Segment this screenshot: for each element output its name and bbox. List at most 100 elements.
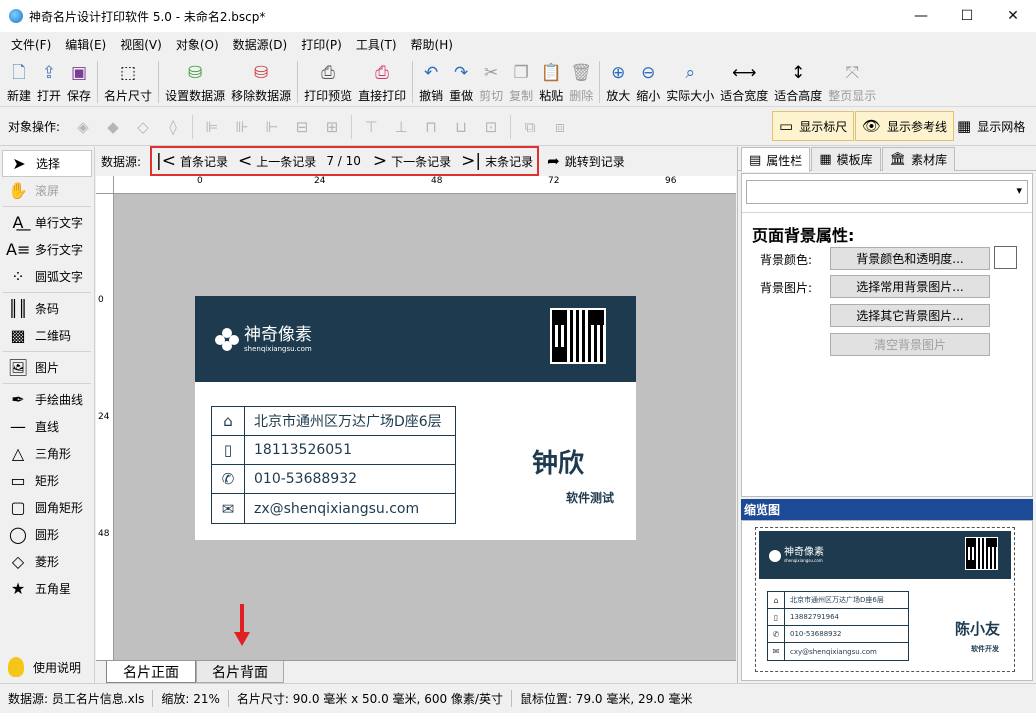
save-button[interactable]: ▣ 保存: [64, 57, 94, 107]
clear-bg-button[interactable]: 清空背景图片: [830, 333, 990, 356]
choose-common-bg-button[interactable]: 选择常用背景图片...: [830, 275, 990, 298]
vertical-ruler[interactable]: 0 24 48: [96, 194, 114, 660]
remove-datasource-button[interactable]: ⛁ 移除数据源: [228, 57, 294, 107]
copy-button[interactable]: ❐ 复制: [506, 57, 536, 107]
new-button[interactable]: 🗋 新建: [4, 57, 34, 107]
tab-card-front[interactable]: 名片正面: [106, 661, 196, 683]
maximize-button[interactable]: ☐: [944, 0, 990, 32]
text-icon: A͟: [12, 213, 24, 232]
tab-card-back[interactable]: 名片背面: [196, 661, 284, 683]
tool-triangle[interactable]: △ 三角形: [0, 440, 94, 467]
tool-line[interactable]: — 直线: [0, 413, 94, 440]
show-guides-toggle[interactable]: 👁 显示参考线: [855, 111, 955, 141]
bg-color-button[interactable]: 背景颜色和透明度...: [830, 247, 990, 270]
menu-file[interactable]: 文件(F): [4, 36, 58, 53]
layer-top-icon[interactable]: ◈: [72, 116, 94, 138]
menu-edit[interactable]: 编辑(E): [58, 36, 113, 53]
tool-round-rect[interactable]: ▢ 圆角矩形: [0, 494, 94, 521]
zoom-out-button[interactable]: ⊖ 缩小: [633, 57, 663, 107]
status-mouse-position: 鼠标位置: 79.0 毫米, 29.0 毫米: [519, 692, 693, 706]
card-person-name[interactable]: 钟欣: [532, 443, 584, 480]
zoom-in-icon: ⊕: [611, 63, 626, 83]
paste-button[interactable]: 📋 粘贴: [536, 57, 566, 107]
same-height-icon[interactable]: ⊡: [480, 116, 502, 138]
tab-assets[interactable]: 🏛 素材库: [881, 147, 956, 171]
menu-tools[interactable]: 工具(T): [349, 36, 404, 53]
open-button[interactable]: ⇪ 打开: [34, 57, 64, 107]
show-ruler-toggle[interactable]: ▭ 显示标尺: [772, 111, 855, 141]
help-button[interactable]: 使用说明: [0, 653, 94, 681]
fit-page-button[interactable]: ⤧ 整页显示: [825, 57, 879, 107]
cut-button[interactable]: ✂ 剪切: [476, 57, 506, 107]
object-selector-dropdown[interactable]: [746, 180, 1028, 204]
show-grid-toggle[interactable]: ▦ 显示网格: [951, 111, 1031, 141]
design-canvas[interactable]: 神奇像素 shenqixiangsu.com ⌂ 北京市通州区万达广场D座6层 ▯…: [114, 194, 736, 660]
close-button[interactable]: ✕: [990, 0, 1036, 32]
layer-bottom-icon[interactable]: ◊: [162, 116, 184, 138]
tool-diamond[interactable]: ◇ 菱形: [0, 548, 94, 575]
card-info-table[interactable]: ⌂ 北京市通州区万达广场D座6层 ▯ 18113526051 ✆ 010-536889…: [211, 406, 456, 524]
bg-color-swatch[interactable]: [994, 246, 1017, 269]
set-datasource-button[interactable]: ⛁ 设置数据源: [162, 57, 228, 107]
align-center-icon[interactable]: ⊪: [231, 116, 253, 138]
undo-button[interactable]: ↶ 撤销: [416, 57, 446, 107]
choose-other-bg-button[interactable]: 选择其它背景图片...: [830, 304, 990, 327]
tool-qrcode[interactable]: ▩ 二维码: [0, 322, 94, 349]
same-width-icon[interactable]: ⊞: [321, 116, 343, 138]
first-record-button[interactable]: |< 首条记录: [156, 151, 228, 171]
fit-width-button[interactable]: ⟷ 适合宽度: [717, 57, 771, 107]
preview-info-table: ⌂ 北京市通州区万达广场D座6层 ▯ 13882791964 ✆ 010-536889…: [767, 591, 909, 661]
horizontal-ruler[interactable]: 0 24 48 72 96: [114, 176, 736, 194]
preview-card: 神奇像素 shenqixiangsu.com ⌂ 北京市通州区万达广场D座6层 ▯…: [759, 531, 1011, 668]
direct-print-button[interactable]: ⎙ 直接打印: [355, 57, 409, 107]
tool-rect[interactable]: ▭ 矩形: [0, 467, 94, 494]
tool-image[interactable]: 🖼 图片: [0, 354, 94, 381]
align-left-icon[interactable]: ⊫: [201, 116, 223, 138]
tab-templates[interactable]: ▦ 模板库: [811, 147, 881, 171]
fit-height-button[interactable]: ↕ 适合高度: [771, 57, 825, 107]
business-card[interactable]: 神奇像素 shenqixiangsu.com ⌂ 北京市通州区万达广场D座6层 ▯…: [195, 296, 636, 540]
tool-star-label: 五角星: [35, 582, 72, 596]
thumbnail-preview[interactable]: 神奇像素 shenqixiangsu.com ⌂ 北京市通州区万达广场D座6层 ▯…: [741, 520, 1033, 681]
layer-down-icon[interactable]: ◇: [132, 116, 154, 138]
minimize-button[interactable]: —: [898, 0, 944, 32]
align-middle-icon[interactable]: ⊥: [390, 116, 412, 138]
align-bottom-icon[interactable]: ⊓: [420, 116, 442, 138]
zoom-in-button[interactable]: ⊕ 放大: [603, 57, 633, 107]
print-preview-button[interactable]: ⎙ 打印预览: [301, 57, 355, 107]
menu-print[interactable]: 打印(P): [294, 36, 349, 53]
menu-object[interactable]: 对象(O): [169, 36, 226, 53]
jump-to-record-button[interactable]: ➦ 跳转到记录: [547, 152, 625, 170]
card-qrcode[interactable]: [550, 308, 606, 364]
tool-arc-text[interactable]: ⁘ 圆弧文字: [0, 263, 94, 290]
align-right-icon[interactable]: ⊩: [261, 116, 283, 138]
prev-record-button[interactable]: < 上一条记录: [238, 151, 316, 171]
tool-single-text[interactable]: A͟ 单行文字: [0, 209, 94, 236]
tab-properties[interactable]: ▤ 属性栏: [741, 147, 811, 172]
card-size-button[interactable]: ⬚ 名片尺寸: [101, 57, 155, 107]
multiline-text-icon: A≡: [6, 240, 31, 259]
layer-up-icon[interactable]: ◆: [102, 116, 124, 138]
distribute-h-icon[interactable]: ⊟: [291, 116, 313, 138]
tool-multi-text[interactable]: A≡ 多行文字: [0, 236, 94, 263]
tool-select[interactable]: ➤ 选择: [2, 150, 92, 177]
last-record-button[interactable]: >| 末条记录: [461, 151, 533, 171]
tool-freehand[interactable]: ✒ 手绘曲线: [0, 386, 94, 413]
card-person-title[interactable]: 软件测试: [566, 489, 614, 506]
menu-datasource[interactable]: 数据源(D): [226, 36, 295, 53]
ungroup-icon[interactable]: ⧈: [549, 116, 571, 138]
align-top-icon[interactable]: ⊤: [360, 116, 382, 138]
redo-button[interactable]: ↷ 重做: [446, 57, 476, 107]
tool-ellipse[interactable]: ◯ 圆形: [0, 521, 94, 548]
menu-help[interactable]: 帮助(H): [404, 36, 460, 53]
tool-barcode[interactable]: ║║ 条码: [0, 295, 94, 322]
tool-star[interactable]: ★ 五角星: [0, 575, 94, 602]
menu-view[interactable]: 视图(V): [113, 36, 169, 53]
actual-size-button[interactable]: ⌕ 实际大小: [663, 57, 717, 107]
card-logo[interactable]: 神奇像素 shenqixiangsu.com: [215, 326, 312, 354]
delete-button[interactable]: 🗑 删除: [566, 57, 596, 107]
next-record-button[interactable]: > 下一条记录: [373, 151, 451, 171]
distribute-v-icon[interactable]: ⊔: [450, 116, 472, 138]
group-icon[interactable]: ⧉: [519, 116, 541, 138]
tool-pan[interactable]: ✋ 滚屏: [0, 177, 94, 204]
